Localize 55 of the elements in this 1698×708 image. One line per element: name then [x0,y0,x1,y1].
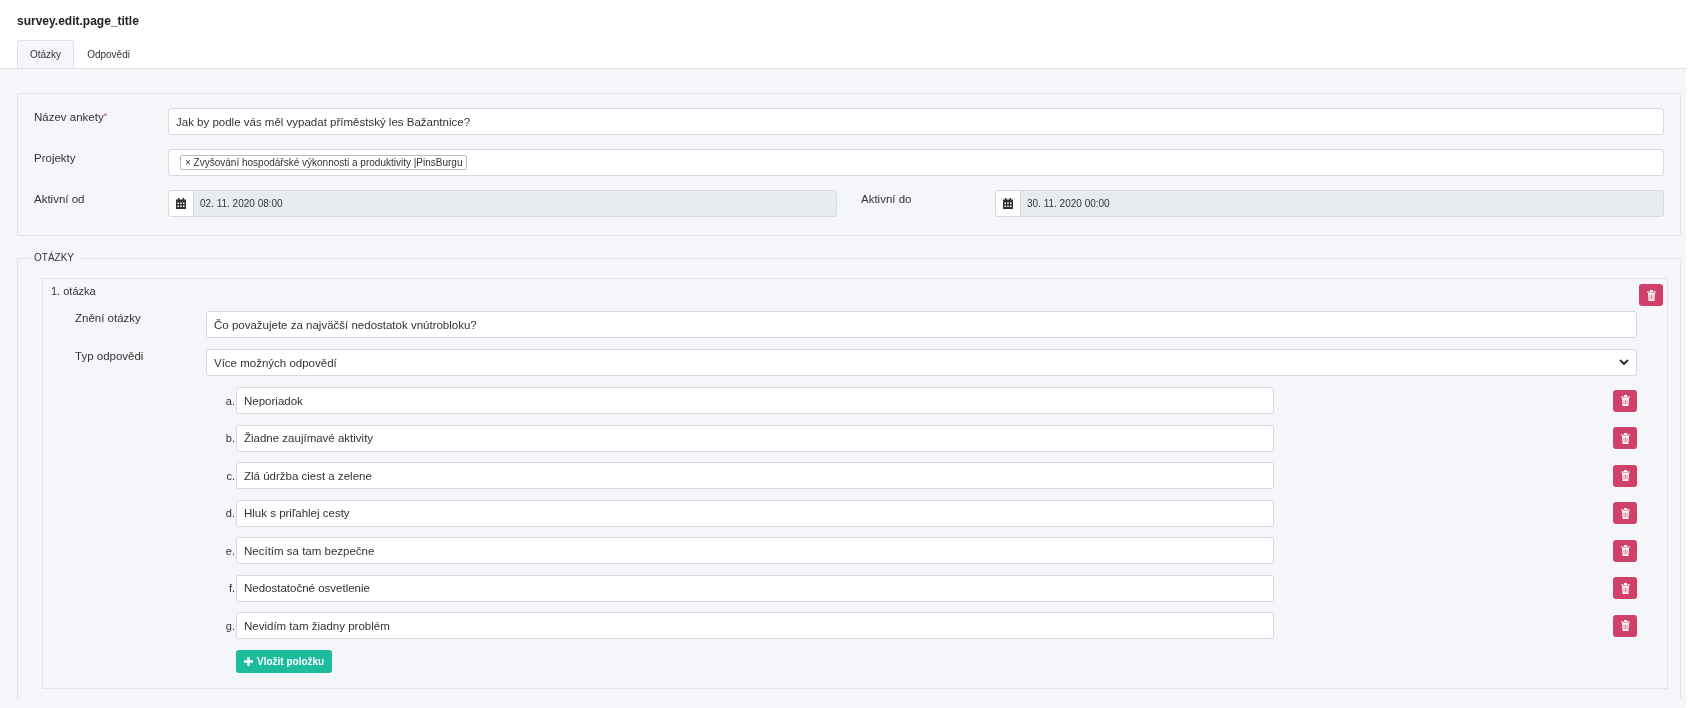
input-field[interactable]: Nevidím tam žiadny problém [236,612,1274,639]
trash-icon [1620,620,1630,631]
project-tag[interactable]: × Zvyšování hospodářské výkonnosti a produktivity |PinsBurgu [180,155,468,170]
input-field[interactable]: Jak by podle vás měl vypadat příměstský les Bažantnice? [168,108,1664,135]
select-field[interactable]: Více možných odpovědí [206,349,1637,376]
delete-button[interactable] [1613,502,1637,524]
date-field[interactable]: 02. 11. 2020 08:00 [168,190,837,217]
question-title: 1. otázka [51,284,96,297]
input-field[interactable]: Zlá údržba ciest a zelene [236,462,1274,489]
delete-button[interactable] [1613,427,1637,449]
input-field[interactable]: Čo považujete za najväčší nedostatok vnútrobloku? [206,311,1637,338]
calendar-icon [176,198,186,209]
option-letter: d. [224,507,236,519]
field-label: Aktivní od [34,192,86,205]
input-field[interactable]: Žiadne zaujímavé aktivity [236,424,1274,452]
tag-input-field[interactable]: × Zvyšování hospodářské výkonnosti a produktivity |PinsBurgu [168,149,1664,176]
trash-icon [1620,582,1630,594]
option-letter: a. [224,394,236,407]
input-field[interactable]: Nedostatočné osvetlenie [236,574,1274,602]
trash-icon [1620,395,1630,406]
option-letter: f. [227,582,236,594]
field-label: Znění otázky [75,311,142,326]
delete-button[interactable] [1613,614,1637,637]
delete-button[interactable] [1639,284,1663,306]
trash-icon [1620,470,1630,481]
page-title: survey.edit.page_title [17,14,140,30]
delete-button[interactable] [1613,577,1637,599]
trash-icon [1620,507,1630,519]
fieldset-legend: OTÁZKY [30,252,78,263]
trash-icon [1620,432,1630,444]
tab[interactable]: Odpovědi [74,40,143,68]
input-field[interactable]: Neporiadok [236,387,1274,414]
option-letter: c. [225,469,236,482]
plus-icon [244,656,253,666]
option-letter: e. [224,544,236,557]
tab[interactable]: Otázky [17,40,75,68]
required-asterisk: * [103,111,108,121]
field-label: Typ odpovědi [75,349,145,364]
field-label: Projekty [34,151,77,164]
input-field[interactable]: Necítím sa tam bezpečne [236,537,1274,564]
option-letter: g. [224,619,236,632]
field-label: Název ankety* [34,110,109,123]
chevron-down-icon [1619,359,1629,366]
delete-button[interactable] [1613,539,1637,562]
delete-button[interactable] [1613,389,1637,412]
field-label: Aktivní do [860,192,913,205]
calendar-icon [1003,198,1013,209]
delete-button[interactable] [1613,464,1637,487]
date-value: 02. 11. 2020 08:00 [199,198,283,209]
trash-icon [1646,289,1656,301]
trash-icon [1620,545,1630,556]
option-letter: b. [224,432,236,444]
date-value: 30. 11. 2020 00:00 [1026,198,1110,209]
input-field[interactable]: Hluk s priľahlej cesty [236,499,1274,527]
date-field[interactable]: 30. 11. 2020 00:00 [995,190,1664,217]
